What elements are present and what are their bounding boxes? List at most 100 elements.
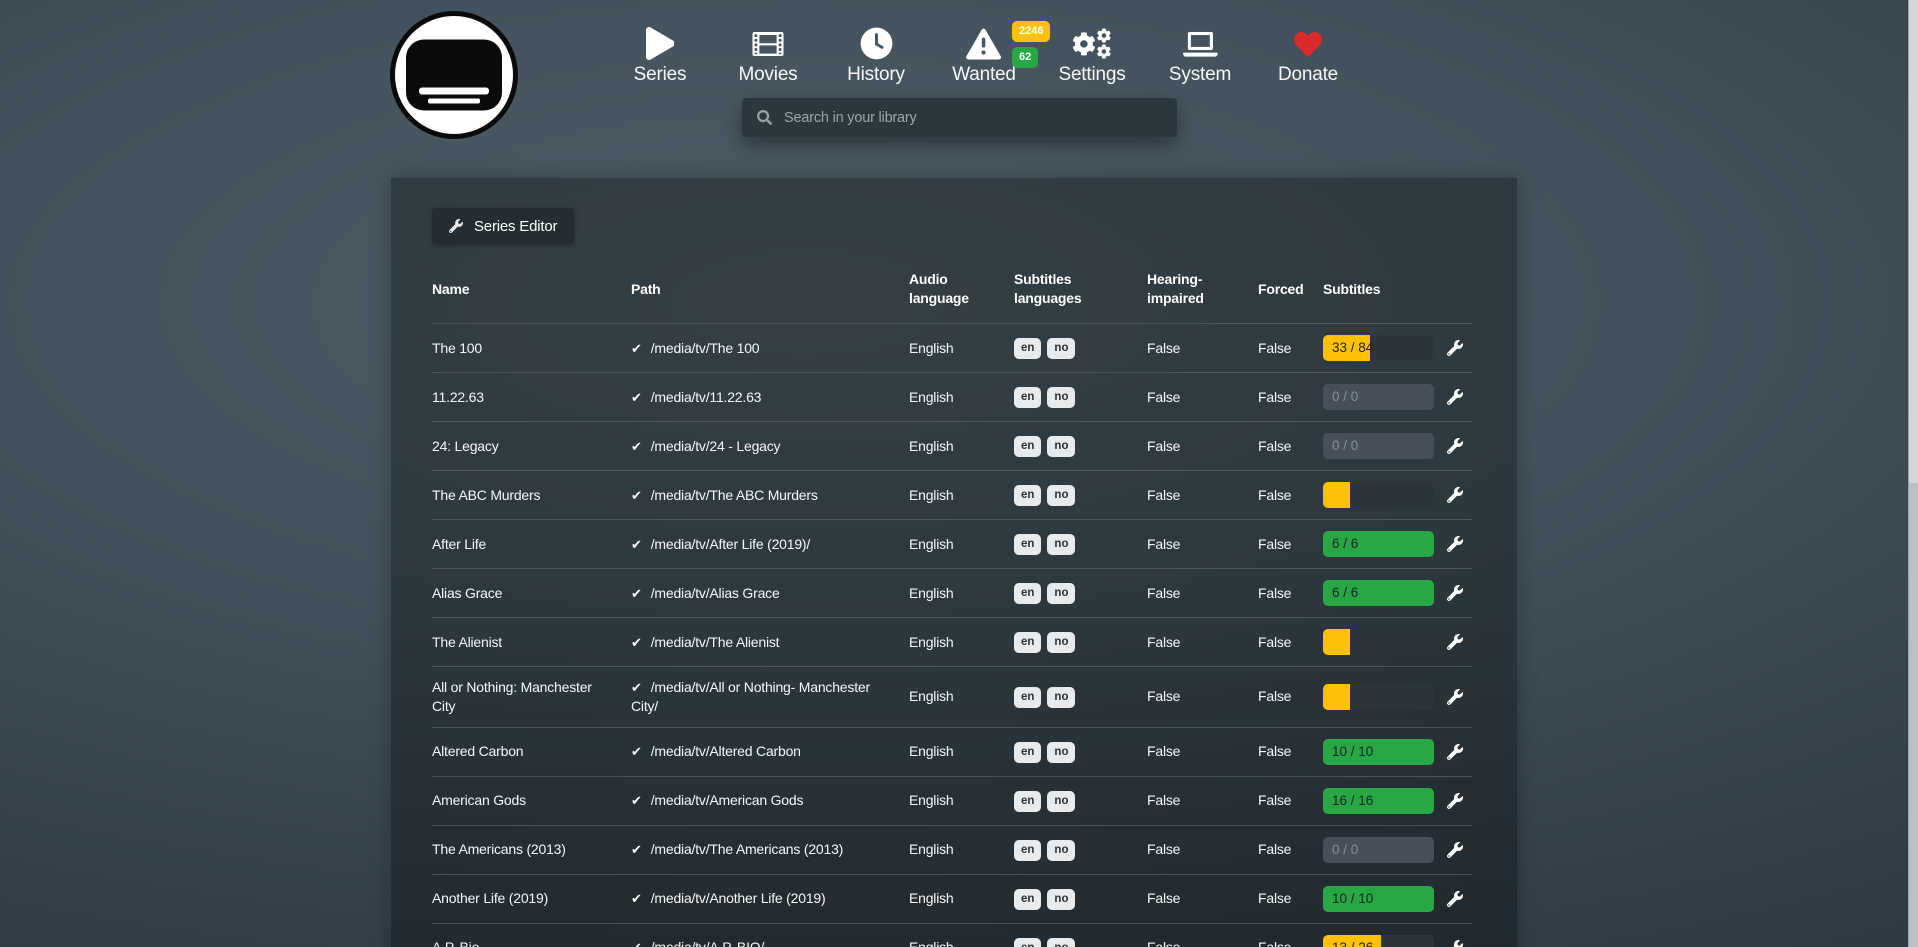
- language-badge: en: [1014, 387, 1041, 409]
- subtitles-progress-bar: 6 / 6: [1323, 531, 1434, 557]
- subtitles-languages-cell: enno: [1014, 337, 1147, 360]
- check-icon: ✔: [631, 891, 642, 906]
- language-badge: en: [1014, 436, 1041, 458]
- hearing-impaired-value: False: [1147, 437, 1258, 456]
- series-name-link[interactable]: 11.22.63: [432, 388, 631, 407]
- series-row: After Life✔/media/tv/After Life (2019)/E…: [432, 519, 1472, 568]
- audio-language-value: English: [909, 938, 1014, 947]
- edit-series-button[interactable]: [1447, 389, 1463, 405]
- hearing-impaired-value: False: [1147, 791, 1258, 810]
- edit-series-button[interactable]: [1447, 634, 1463, 650]
- language-badge: no: [1047, 742, 1075, 764]
- scrollbar-thumb[interactable]: [1909, 0, 1918, 483]
- nav-item-settings[interactable]: Settings: [1038, 16, 1146, 86]
- series-editor-button[interactable]: Series Editor: [432, 208, 574, 244]
- series-name-link[interactable]: Another Life (2019): [432, 889, 631, 908]
- series-row: 24: Legacy✔/media/tv/24 - LegacyEnglishe…: [432, 421, 1472, 470]
- nav-item-history[interactable]: History: [822, 16, 930, 86]
- hearing-impaired-value: False: [1147, 889, 1258, 908]
- series-name-link[interactable]: A.P. Bio: [432, 938, 631, 947]
- series-row: Alias Grace✔/media/tv/Alias GraceEnglish…: [432, 568, 1472, 617]
- forced-value: False: [1258, 584, 1323, 603]
- table-body: The 100✔/media/tv/The 100EnglishennoFals…: [432, 323, 1472, 947]
- actions-cell: [1447, 940, 1472, 947]
- edit-series-button[interactable]: [1447, 438, 1463, 454]
- series-path: ✔ /media/tv/A.P. BIO/: [631, 938, 909, 947]
- subtitles-cell: [1323, 482, 1447, 508]
- subtitles-languages-cell: enno: [1014, 790, 1147, 813]
- series-row: All or Nothing: Manchester City✔/media/t…: [432, 666, 1472, 727]
- series-path: ✔/media/tv/All or Nothing- Manchester Ci…: [631, 678, 909, 716]
- edit-series-button[interactable]: [1447, 689, 1463, 705]
- language-badge: no: [1047, 632, 1075, 654]
- language-badge: en: [1014, 485, 1041, 507]
- subtitles-progress-bar: 33 / 84: [1323, 335, 1434, 361]
- edit-series-button[interactable]: [1447, 744, 1463, 760]
- nav-item-wanted[interactable]: Wanted224662: [930, 16, 1038, 86]
- series-name-link[interactable]: The Americans (2013): [432, 840, 631, 859]
- edit-series-button[interactable]: [1447, 940, 1463, 947]
- subtitles-cell: [1323, 629, 1447, 655]
- subtitles-progress-label: 6 / 6: [1332, 535, 1358, 553]
- subtitles-languages-cell: enno: [1014, 435, 1147, 458]
- language-badge: en: [1014, 583, 1041, 605]
- subtitles-progress-label: 10 / 10: [1332, 743, 1373, 761]
- language-badge: en: [1014, 534, 1041, 556]
- edit-series-button[interactable]: [1447, 842, 1463, 858]
- series-path-text: /media/tv/A.P. BIO/: [651, 939, 764, 947]
- check-icon: ✔: [631, 537, 642, 552]
- table-header-row: Name Path Audio language Subtitles langu…: [432, 255, 1472, 323]
- nav-item-movies[interactable]: Movies: [714, 16, 822, 86]
- series-path: ✔/media/tv/The Americans (2013): [631, 840, 909, 859]
- series-name-link[interactable]: The ABC Murders: [432, 486, 631, 505]
- series-name-link[interactable]: The 100: [432, 339, 631, 358]
- audio-language-value: English: [909, 486, 1014, 505]
- count-badge: 62: [1012, 47, 1038, 68]
- series-name-link[interactable]: Alias Grace: [432, 584, 631, 603]
- subtitles-languages-cell: enno: [1014, 937, 1147, 947]
- language-badge: en: [1014, 889, 1041, 911]
- subtitles-progress-bar: 16 / 16: [1323, 788, 1434, 814]
- series-name-link[interactable]: 24: Legacy: [432, 437, 631, 456]
- check-icon: ✔: [631, 940, 642, 947]
- column-header-forced: Forced: [1258, 280, 1323, 299]
- vertical-scrollbar[interactable]: [1908, 0, 1918, 947]
- series-name-link[interactable]: All or Nothing: Manchester City: [432, 678, 631, 716]
- edit-series-button[interactable]: [1447, 536, 1463, 552]
- check-icon: ✔: [631, 680, 642, 695]
- series-name-link[interactable]: Altered Carbon: [432, 742, 631, 761]
- subtitles-cell: 10 / 10: [1323, 886, 1447, 912]
- hearing-impaired-value: False: [1147, 339, 1258, 358]
- subtitles-languages-cell: enno: [1014, 888, 1147, 911]
- edit-series-button[interactable]: [1447, 585, 1463, 601]
- nav-item-system[interactable]: System: [1146, 16, 1254, 86]
- nav-item-donate[interactable]: Donate: [1254, 16, 1362, 86]
- series-name-link[interactable]: The Alienist: [432, 633, 631, 652]
- series-path: ✔/media/tv/Alias Grace: [631, 584, 909, 603]
- bazarr-page: SeriesMoviesHistoryWanted224662SettingsS…: [0, 0, 1918, 947]
- series-path-text: /media/tv/All or Nothing- Manchester Cit…: [631, 679, 870, 714]
- hearing-impaired-value: False: [1147, 535, 1258, 554]
- subtitles-progress-label: 16 / 16: [1332, 792, 1373, 810]
- column-header-name: Name: [432, 280, 631, 299]
- audio-language-value: English: [909, 633, 1014, 652]
- hearing-impaired-value: False: [1147, 840, 1258, 859]
- series-name-link[interactable]: After Life: [432, 535, 631, 554]
- language-badge: en: [1014, 338, 1041, 360]
- series-path-text: /media/tv/Alias Grace: [651, 585, 780, 601]
- bazarr-logo[interactable]: [390, 11, 518, 139]
- language-badge: en: [1014, 938, 1041, 947]
- hearing-impaired-value: False: [1147, 742, 1258, 761]
- series-row: Altered Carbon✔/media/tv/Altered CarbonE…: [432, 727, 1472, 776]
- nav-item-series[interactable]: Series: [606, 16, 714, 86]
- nav-item-label: Donate: [1254, 65, 1362, 86]
- edit-series-button[interactable]: [1447, 487, 1463, 503]
- edit-series-button[interactable]: [1447, 793, 1463, 809]
- check-icon: ✔: [631, 439, 642, 454]
- audio-language-value: English: [909, 437, 1014, 456]
- edit-series-button[interactable]: [1447, 340, 1463, 356]
- search-input[interactable]: [772, 98, 1177, 137]
- series-name-link[interactable]: American Gods: [432, 791, 631, 810]
- actions-cell: [1447, 389, 1472, 405]
- edit-series-button[interactable]: [1447, 891, 1463, 907]
